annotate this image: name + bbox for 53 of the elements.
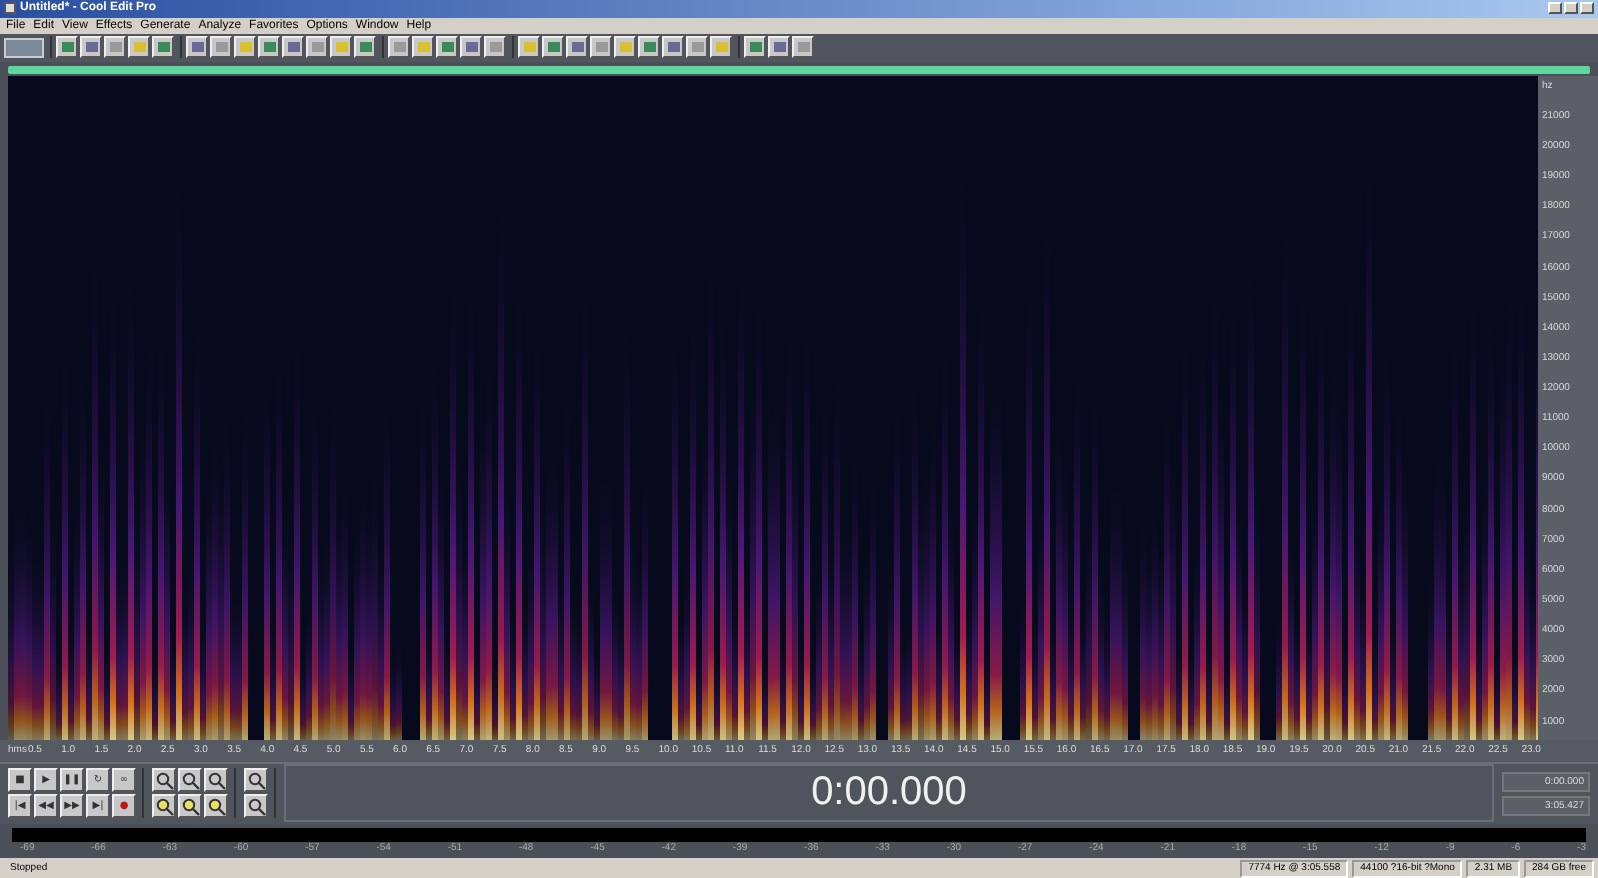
magnifier-icon <box>181 797 199 816</box>
zoom-button[interactable] <box>178 794 202 819</box>
zoom-button[interactable] <box>244 768 268 793</box>
close-button[interactable] <box>1580 2 1594 15</box>
zoom-button[interactable] <box>178 768 202 793</box>
toolbar-button[interactable] <box>152 36 174 59</box>
toolbar-button[interactable] <box>542 36 564 59</box>
minimize-button[interactable] <box>1548 2 1562 15</box>
toolbar-button[interactable] <box>710 36 732 59</box>
zoom-button[interactable] <box>152 768 176 793</box>
toolbar-button[interactable] <box>354 36 376 59</box>
magnifier-icon <box>207 771 225 790</box>
toolbar-button[interactable] <box>128 36 150 59</box>
toolbar-button[interactable] <box>104 36 126 59</box>
zoom-button[interactable] <box>204 768 228 793</box>
magnifier-icon <box>247 797 265 816</box>
toolbar-button[interactable] <box>614 36 636 59</box>
toolbar-button[interactable] <box>768 36 790 59</box>
toolbar-button[interactable] <box>56 36 78 59</box>
toolbar-button[interactable] <box>186 36 208 59</box>
toolbar-button[interactable] <box>80 36 102 59</box>
restore-button[interactable] <box>1564 2 1578 15</box>
toolbar-button[interactable] <box>792 36 814 59</box>
toolbar-button[interactable] <box>282 36 304 59</box>
toolbar-button[interactable] <box>412 36 434 59</box>
time-readout: 0:00.000 <box>811 770 967 817</box>
toolbar-button[interactable] <box>460 36 482 59</box>
toolbar-button[interactable] <box>388 36 410 59</box>
toolbar-button[interactable] <box>306 36 328 59</box>
magnifier-icon <box>155 797 173 816</box>
toolbar-button[interactable] <box>686 36 708 59</box>
toolbar-button[interactable] <box>566 36 588 59</box>
app-icon <box>4 2 16 15</box>
toolbar-button[interactable] <box>210 36 232 59</box>
toolbar-button[interactable] <box>484 36 506 59</box>
toolbar-button[interactable] <box>436 36 458 59</box>
toolbar-button[interactable] <box>590 36 612 59</box>
toolbar-button[interactable] <box>330 36 352 59</box>
toolbar-button[interactable] <box>258 36 280 59</box>
toolbar-button[interactable] <box>662 36 684 59</box>
zoom-button[interactable] <box>204 794 228 819</box>
mode-toggle-button[interactable] <box>4 37 44 58</box>
magnifier-icon <box>155 771 173 790</box>
toolbar-button[interactable] <box>518 36 540 59</box>
zoom-button[interactable] <box>244 794 268 819</box>
toolbar-button[interactable] <box>234 36 256 59</box>
overview-bar[interactable] <box>8 65 1590 74</box>
magnifier-icon <box>247 771 265 790</box>
zoom-button[interactable] <box>152 794 176 819</box>
toolbar-button[interactable] <box>744 36 766 59</box>
toolbar-button[interactable] <box>638 36 660 59</box>
magnifier-icon <box>181 771 199 790</box>
magnifier-icon <box>207 797 225 816</box>
